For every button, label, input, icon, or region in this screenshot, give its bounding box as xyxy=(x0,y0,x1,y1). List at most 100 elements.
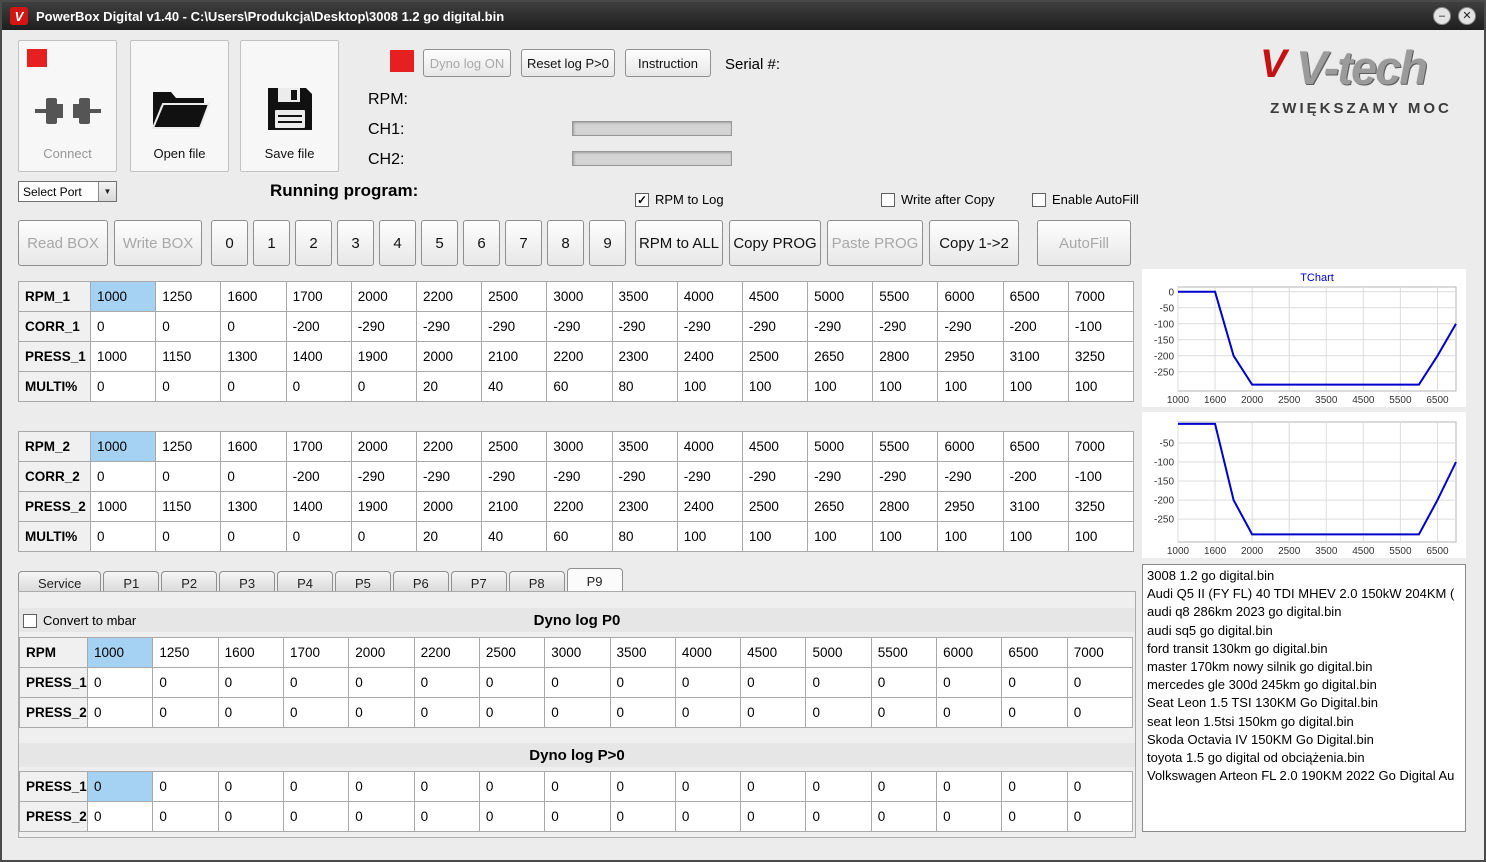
table-cell[interactable]: 60 xyxy=(546,521,613,552)
table-cell[interactable]: 1700 xyxy=(285,431,352,462)
table-cell[interactable]: 0 xyxy=(217,697,284,728)
table-cell[interactable]: 2200 xyxy=(415,431,483,462)
table-cell[interactable]: 6000 xyxy=(937,281,1004,312)
table-cell[interactable]: 0 xyxy=(282,667,350,698)
table-cell[interactable]: -290 xyxy=(415,311,483,342)
table-cell[interactable]: 0 xyxy=(805,801,872,832)
table-cell[interactable]: 2300 xyxy=(611,491,678,522)
table-cell[interactable]: 6000 xyxy=(936,637,1003,668)
digit-button[interactable]: 5 xyxy=(421,220,458,266)
table-cell[interactable]: 0 xyxy=(1001,801,1068,832)
table-cell[interactable]: 0 xyxy=(155,371,222,402)
table-cell[interactable]: 2950 xyxy=(937,491,1004,522)
table-cell[interactable]: 5500 xyxy=(872,431,939,462)
table-cell[interactable]: -290 xyxy=(807,461,874,492)
table-cell[interactable]: 2500 xyxy=(481,431,548,462)
table-cell[interactable]: 0 xyxy=(609,801,676,832)
table-cell[interactable]: 0 xyxy=(805,667,872,698)
table-cell[interactable]: -290 xyxy=(872,461,939,492)
file-list-item[interactable]: ford transit 130km go digital.bin xyxy=(1147,640,1461,658)
digit-button[interactable]: 7 xyxy=(505,220,542,266)
table-cell[interactable]: 0 xyxy=(1066,771,1134,802)
table-cell[interactable]: 100 xyxy=(807,521,874,552)
table-cell[interactable]: 0 xyxy=(348,801,415,832)
table-cell[interactable]: 2300 xyxy=(611,341,678,372)
table-cell[interactable]: 2000 xyxy=(348,637,415,668)
table-cell[interactable]: 0 xyxy=(348,667,415,698)
table-cell[interactable]: 4500 xyxy=(741,281,809,312)
table-cell[interactable]: 0 xyxy=(152,801,219,832)
table-cell[interactable]: 7000 xyxy=(1066,637,1134,668)
table-cell[interactable]: 0 xyxy=(936,697,1003,728)
chevron-down-icon[interactable]: ▼ xyxy=(98,182,116,201)
file-list-item[interactable]: audi q8 286km 2023 go digital.bin xyxy=(1147,603,1461,621)
rpm-to-log-checkbox[interactable]: ✓ xyxy=(635,192,649,207)
table-cell[interactable]: 0 xyxy=(674,697,742,728)
table-cell[interactable]: -290 xyxy=(807,311,874,342)
table-cell[interactable]: -100 xyxy=(1067,461,1135,492)
table-cell[interactable]: -290 xyxy=(546,311,613,342)
table-cell[interactable]: -290 xyxy=(872,311,939,342)
table-cell[interactable]: 0 xyxy=(89,311,157,342)
table-cell[interactable]: 0 xyxy=(1066,697,1134,728)
table-cell[interactable]: 6000 xyxy=(937,431,1004,462)
table-cell[interactable]: 0 xyxy=(870,697,938,728)
table-cell[interactable]: 80 xyxy=(611,521,678,552)
table-cell[interactable]: 1300 xyxy=(220,341,287,372)
file-list-item[interactable]: 3008 1.2 go digital.bin xyxy=(1147,567,1461,585)
table-cell[interactable]: 100 xyxy=(676,521,743,552)
table-cell[interactable]: 100 xyxy=(1002,371,1069,402)
table-cell[interactable]: 100 xyxy=(937,521,1004,552)
table-cell[interactable]: 2500 xyxy=(478,637,546,668)
enable-autofill-option[interactable]: Enable AutoFill xyxy=(1032,192,1139,207)
table-cell[interactable]: 0 xyxy=(544,801,611,832)
table-cell[interactable]: 20 xyxy=(415,521,483,552)
table-cell[interactable]: -290 xyxy=(611,461,678,492)
table-cell[interactable]: 100 xyxy=(1067,371,1135,402)
table-cell[interactable]: 100 xyxy=(676,371,743,402)
file-list-item[interactable]: audi sq5 go digital.bin xyxy=(1147,622,1461,640)
table-cell[interactable]: 0 xyxy=(217,667,284,698)
table-cell[interactable]: 0 xyxy=(220,461,287,492)
table-cell[interactable]: -100 xyxy=(1067,311,1135,342)
table-cell[interactable]: 2400 xyxy=(676,341,743,372)
table-cell[interactable]: 2650 xyxy=(807,341,874,372)
rpm-to-log-option[interactable]: ✓ RPM to Log xyxy=(635,192,724,207)
table-cell[interactable]: 0 xyxy=(89,461,157,492)
table-cell[interactable]: -290 xyxy=(350,461,417,492)
table-cell[interactable]: 0 xyxy=(740,801,807,832)
table-cell[interactable]: 0 xyxy=(936,801,1003,832)
table-cell[interactable]: 100 xyxy=(807,371,874,402)
table-cell[interactable]: 0 xyxy=(86,801,154,832)
instruction-button[interactable]: Instruction xyxy=(625,49,711,77)
table-cell[interactable]: 100 xyxy=(741,371,809,402)
connect-button[interactable]: Connect xyxy=(18,40,117,172)
table-cell[interactable]: 5000 xyxy=(805,637,872,668)
table-cell[interactable]: 2000 xyxy=(415,491,483,522)
table-cell[interactable]: 0 xyxy=(220,521,287,552)
table-cell[interactable]: 1900 xyxy=(350,341,417,372)
table-cell[interactable]: 0 xyxy=(870,801,938,832)
table-cell[interactable]: 0 xyxy=(220,371,287,402)
table-cell[interactable]: 2650 xyxy=(807,491,874,522)
write-after-copy-checkbox[interactable] xyxy=(881,192,895,207)
table-cell[interactable]: 1700 xyxy=(285,281,352,312)
table-cell[interactable]: 4000 xyxy=(676,431,743,462)
table-cell[interactable]: 0 xyxy=(86,771,154,802)
table-cell[interactable]: 2200 xyxy=(413,637,480,668)
table-cell[interactable]: 7000 xyxy=(1067,281,1135,312)
table-cell[interactable]: 2200 xyxy=(546,341,613,372)
table-cell[interactable]: 1400 xyxy=(285,491,352,522)
digit-button[interactable]: 1 xyxy=(253,220,290,266)
table-cell[interactable]: 0 xyxy=(89,521,157,552)
table-cell[interactable]: 1400 xyxy=(285,341,352,372)
table-cell[interactable]: 1600 xyxy=(217,637,284,668)
table-cell[interactable]: 3500 xyxy=(609,637,676,668)
table-cell[interactable]: 3000 xyxy=(544,637,611,668)
table-cell[interactable]: -290 xyxy=(741,311,809,342)
table-cell[interactable]: 2200 xyxy=(415,281,483,312)
table-cell[interactable]: 0 xyxy=(674,801,742,832)
table-cell[interactable]: 0 xyxy=(740,771,807,802)
table-cell[interactable]: 100 xyxy=(872,521,939,552)
table-cell[interactable]: 1300 xyxy=(220,491,287,522)
